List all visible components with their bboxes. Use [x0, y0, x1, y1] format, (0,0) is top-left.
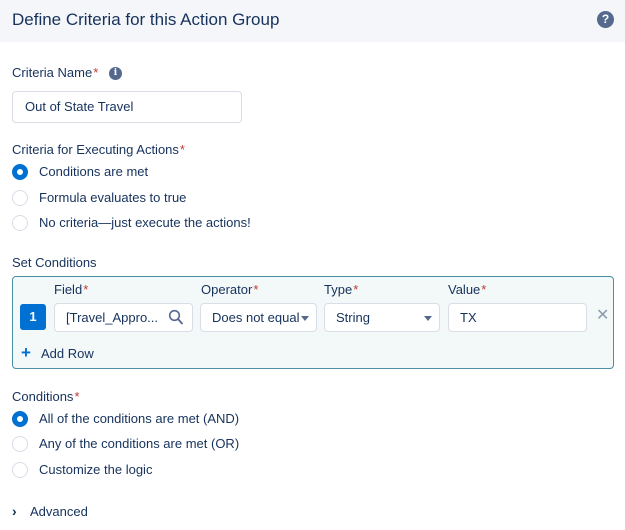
row-number-badge: 1: [20, 304, 46, 330]
required-mark: *: [74, 389, 80, 404]
radio-label: Formula evaluates to true: [39, 190, 187, 205]
field-lookup-value: [Travel_Appro...: [66, 310, 159, 325]
column-header-value: Value*: [448, 282, 486, 297]
conditions-label-text: Conditions: [12, 389, 74, 404]
field-lookup-input[interactable]: [Travel_Appro...: [54, 303, 193, 332]
executing-criteria-label: Criteria for Executing Actions*: [12, 142, 185, 157]
question-circle-icon[interactable]: ?: [597, 11, 614, 28]
column-header-text: Value: [448, 282, 481, 297]
column-header-operator: Operator*: [201, 282, 258, 297]
radio-label: Customize the logic: [39, 462, 153, 477]
chevron-right-icon: ›: [12, 503, 17, 519]
required-mark: *: [83, 282, 89, 297]
radio-label: Any of the conditions are met (OR): [39, 436, 240, 451]
chevron-down-icon: [424, 316, 432, 321]
column-header-type: Type*: [324, 282, 358, 297]
type-value: String: [336, 310, 370, 325]
criteria-name-input[interactable]: Out of State Travel: [12, 91, 242, 123]
radio-selected-icon[interactable]: [12, 411, 28, 427]
radio-label: No criteria—just execute the actions!: [39, 215, 251, 230]
required-mark: *: [253, 282, 259, 297]
add-row-label: Add Row: [41, 346, 94, 361]
page-title: Define Criteria for this Action Group: [12, 10, 280, 29]
operator-select[interactable]: Does not equal: [200, 303, 317, 332]
info-icon[interactable]: i: [109, 67, 122, 80]
set-conditions-label: Set Conditions: [12, 255, 97, 270]
required-mark: *: [353, 282, 359, 297]
required-mark: *: [93, 65, 99, 80]
search-icon[interactable]: [168, 308, 184, 326]
column-header-text: Type: [324, 282, 353, 297]
chevron-down-icon: [301, 316, 309, 321]
required-mark: *: [481, 282, 487, 297]
radio-label: Conditions are met: [39, 164, 149, 179]
conditions-label: Conditions*: [12, 389, 80, 404]
required-mark: *: [179, 142, 185, 157]
column-header-text: Operator: [201, 282, 253, 297]
radio-label: All of the conditions are met (AND): [39, 411, 240, 426]
executing-criteria-label-text: Criteria for Executing Actions: [12, 142, 179, 157]
modal-header: Define Criteria for this Action Group ?: [0, 0, 625, 42]
value-input[interactable]: TX: [448, 303, 587, 332]
operator-value: Does not equal: [212, 310, 300, 325]
advanced-label: Advanced: [30, 504, 88, 519]
close-icon[interactable]: ✕: [596, 308, 610, 324]
plus-icon: +: [21, 343, 31, 362]
criteria-name-label-text: Criteria Name: [12, 65, 93, 80]
radio-unselected-icon[interactable]: [12, 462, 28, 478]
radio-unselected-icon[interactable]: [12, 436, 28, 452]
column-header-text: Field: [54, 282, 83, 297]
radio-unselected-icon[interactable]: [12, 215, 28, 231]
type-select[interactable]: String: [324, 303, 440, 332]
radio-selected-icon[interactable]: [12, 164, 28, 180]
radio-unselected-icon[interactable]: [12, 190, 28, 206]
column-header-field: Field*: [54, 282, 88, 297]
criteria-name-label: Criteria Name*: [12, 65, 98, 80]
